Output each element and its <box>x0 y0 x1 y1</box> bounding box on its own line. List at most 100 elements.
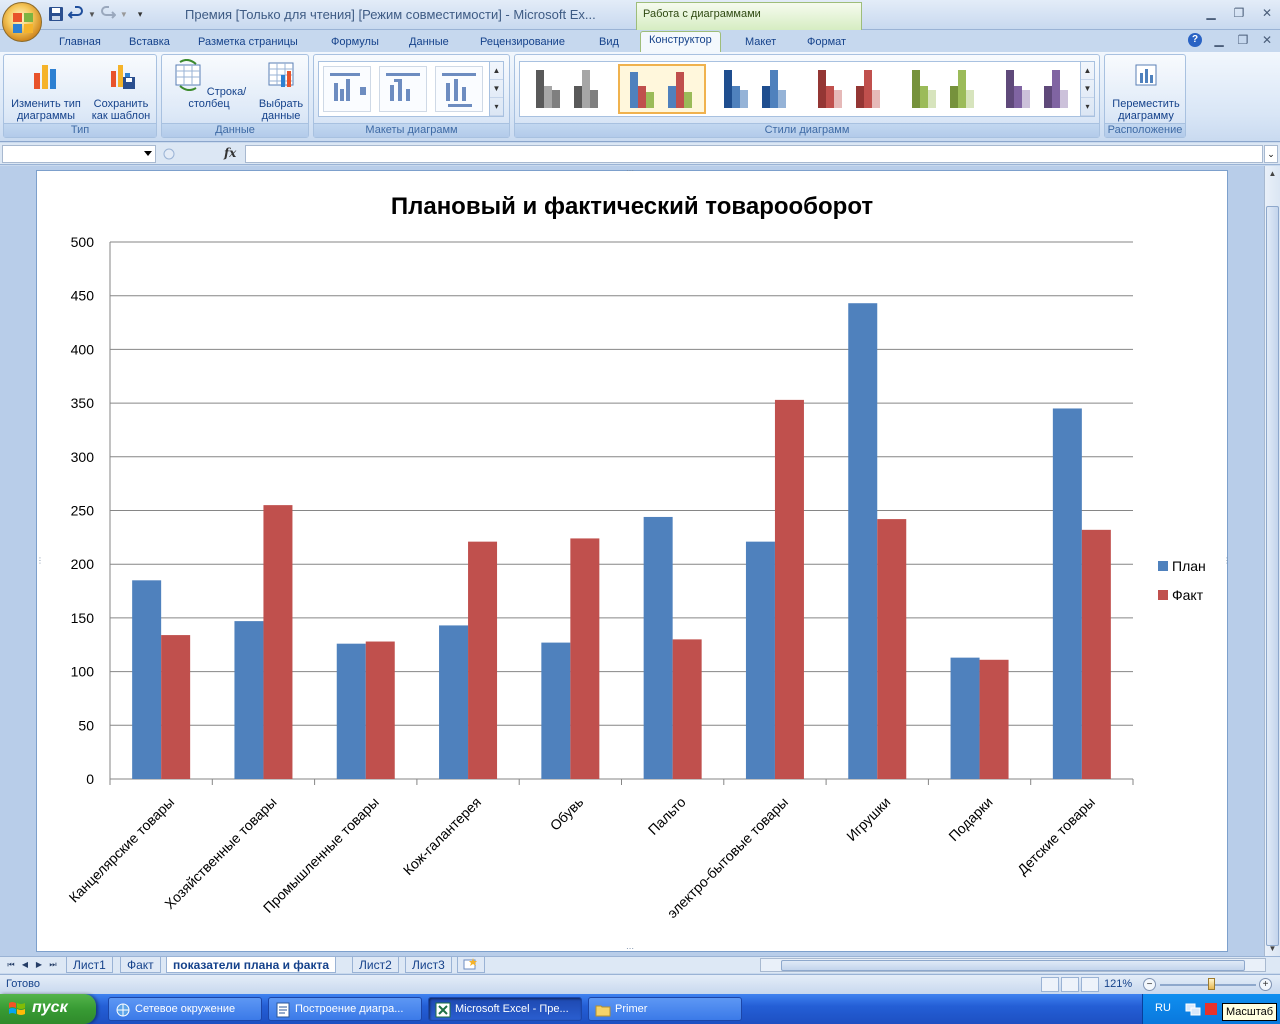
bar-План-6[interactable] <box>745 541 775 779</box>
styles-down-icon[interactable]: ▼ <box>1081 80 1094 98</box>
zoom-in-icon[interactable]: + <box>1259 978 1272 991</box>
chart-title[interactable]: Плановый и фактический товарооборот <box>391 193 874 220</box>
last-sheet-icon[interactable]: ⏭ <box>46 958 60 972</box>
bar-Факт-3[interactable] <box>468 541 498 779</box>
save-icon[interactable] <box>48 6 64 22</box>
styles-more-icon[interactable]: ▾ <box>1081 98 1094 116</box>
gallery-more-icon[interactable]: ▾ <box>490 98 503 116</box>
doc-close-icon[interactable]: ✕ <box>1260 33 1274 47</box>
bar-План-9[interactable] <box>1052 408 1082 779</box>
bar-Факт-8[interactable] <box>979 659 1009 779</box>
styles-gallery-scroll[interactable]: ▲ ▼ ▾ <box>1080 62 1094 116</box>
doc-restore-icon[interactable]: ❐ <box>1236 33 1250 47</box>
task-excel[interactable]: Microsoft Excel - Пре... <box>428 997 582 1021</box>
chart-layout-3[interactable] <box>435 66 483 112</box>
sheet-tab-list3[interactable]: Лист3 <box>405 957 452 973</box>
vertical-scroll-thumb[interactable] <box>1266 206 1279 946</box>
tab-review[interactable]: Рецензирование <box>480 33 565 52</box>
bar-Факт-0[interactable] <box>161 635 191 779</box>
chart-legend[interactable]: План Факт <box>1158 558 1206 603</box>
chart-style-blue[interactable] <box>712 64 800 114</box>
chart-style-red[interactable] <box>806 64 894 114</box>
chart-resize-handle-top[interactable]: ⋯ <box>626 166 634 175</box>
name-box[interactable] <box>2 145 156 163</box>
tab-data[interactable]: Данные <box>409 33 449 52</box>
task-network[interactable]: Сетевое окружение <box>108 997 262 1021</box>
next-sheet-icon[interactable]: ▶ <box>32 958 46 972</box>
bar-План-8[interactable] <box>950 657 980 779</box>
gallery-up-icon[interactable]: ▲ <box>490 62 503 80</box>
chart-style-color-selected[interactable] <box>618 64 706 114</box>
redo-dropdown-icon[interactable]: ▼ <box>120 10 128 19</box>
normal-view-icon[interactable] <box>1041 977 1059 992</box>
chart-style-green[interactable] <box>900 64 988 114</box>
bar-План-2[interactable] <box>336 643 366 779</box>
bar-Факт-6[interactable] <box>774 399 804 779</box>
tab-design[interactable]: Конструктор <box>640 31 721 52</box>
close-icon[interactable]: ✕ <box>1260 6 1274 20</box>
zoom-slider-thumb[interactable] <box>1208 978 1216 990</box>
start-button[interactable]: пуск <box>0 994 96 1024</box>
bar-План-1[interactable] <box>234 621 264 779</box>
chart-resize-handle-right[interactable]: ⋮ <box>1223 556 1231 565</box>
language-indicator[interactable]: RU <box>1155 1002 1171 1014</box>
minimize-icon[interactable]: ▁ <box>1204 6 1218 20</box>
zoom-out-icon[interactable]: − <box>1143 978 1156 991</box>
chart-layout-2[interactable] <box>379 66 427 112</box>
tab-view[interactable]: Вид <box>599 33 619 52</box>
horizontal-scroll-thumb[interactable] <box>781 960 1245 971</box>
page-layout-view-icon[interactable] <box>1061 977 1079 992</box>
layouts-gallery-scroll[interactable]: ▲ ▼ ▾ <box>489 62 503 116</box>
prev-sheet-icon[interactable]: ◀ <box>18 958 32 972</box>
gallery-down-icon[interactable]: ▼ <box>490 80 503 98</box>
bar-План-7[interactable] <box>848 303 878 779</box>
help-icon[interactable]: ? <box>1188 33 1202 47</box>
doc-minimize-icon[interactable]: ▁ <box>1212 33 1226 47</box>
tab-insert[interactable]: Вставка <box>129 33 170 52</box>
tab-home[interactable]: Главная <box>59 33 101 52</box>
horizontal-scrollbar[interactable] <box>760 958 1266 972</box>
bar-План-5[interactable] <box>643 516 673 779</box>
page-break-view-icon[interactable] <box>1081 977 1099 992</box>
formula-input[interactable] <box>245 145 1263 163</box>
bar-Факт-9[interactable] <box>1081 529 1111 779</box>
change-chart-type-button[interactable]: Изменить тип диаграммы <box>8 59 84 122</box>
bar-План-0[interactable] <box>132 580 162 779</box>
chart-layout-1[interactable] <box>323 66 371 112</box>
office-button[interactable] <box>2 2 42 42</box>
bar-Факт-2[interactable] <box>365 641 395 779</box>
tray-alert-icon[interactable] <box>1203 1001 1219 1017</box>
customize-qat-icon[interactable]: ▾ <box>138 9 143 20</box>
move-chart-button[interactable]: Переместить диаграмму <box>1107 59 1185 122</box>
bar-Факт-1[interactable] <box>263 505 293 779</box>
tab-format[interactable]: Формат <box>807 33 846 52</box>
bar-План-3[interactable] <box>439 625 469 779</box>
bar-План-4[interactable] <box>541 642 571 779</box>
zoom-level[interactable]: 121% <box>1104 978 1132 990</box>
task-word-doc[interactable]: Построение диагра... <box>268 997 422 1021</box>
styles-up-icon[interactable]: ▲ <box>1081 62 1094 80</box>
bar-Факт-4[interactable] <box>570 538 600 779</box>
task-primer-folder[interactable]: Primer <box>588 997 742 1021</box>
sheet-tab-list2[interactable]: Лист2 <box>352 957 399 973</box>
chart-style-purple[interactable] <box>994 64 1082 114</box>
scroll-down-icon[interactable]: ▼ <box>1265 941 1280 956</box>
tab-formulas[interactable]: Формулы <box>331 33 379 52</box>
tray-network-icon[interactable] <box>1185 1001 1201 1017</box>
insert-function-button[interactable]: fx <box>224 146 236 160</box>
bar-Факт-5[interactable] <box>672 639 702 779</box>
first-sheet-icon[interactable]: ⏮ <box>4 958 18 972</box>
scroll-up-icon[interactable]: ▲ <box>1265 166 1280 181</box>
sheet-tab-plan-fact[interactable]: показатели плана и факта <box>166 957 337 973</box>
switch-row-column-button[interactable]: Строка/столбец <box>164 58 254 110</box>
select-data-button[interactable]: Выбрать данные <box>254 59 308 122</box>
vertical-scrollbar[interactable]: ▲ ▼ <box>1264 166 1280 956</box>
tab-layout[interactable]: Макет <box>745 33 776 52</box>
undo-dropdown-icon[interactable]: ▼ <box>88 10 96 19</box>
redo-icon[interactable] <box>100 6 116 22</box>
save-template-button[interactable]: Сохранить как шаблон <box>86 59 156 122</box>
sheet-tab-fakt[interactable]: Факт <box>120 957 161 973</box>
bar-Факт-7[interactable] <box>877 519 907 779</box>
tab-page-layout[interactable]: Разметка страницы <box>198 33 298 52</box>
chart-style-gray[interactable] <box>524 64 612 114</box>
